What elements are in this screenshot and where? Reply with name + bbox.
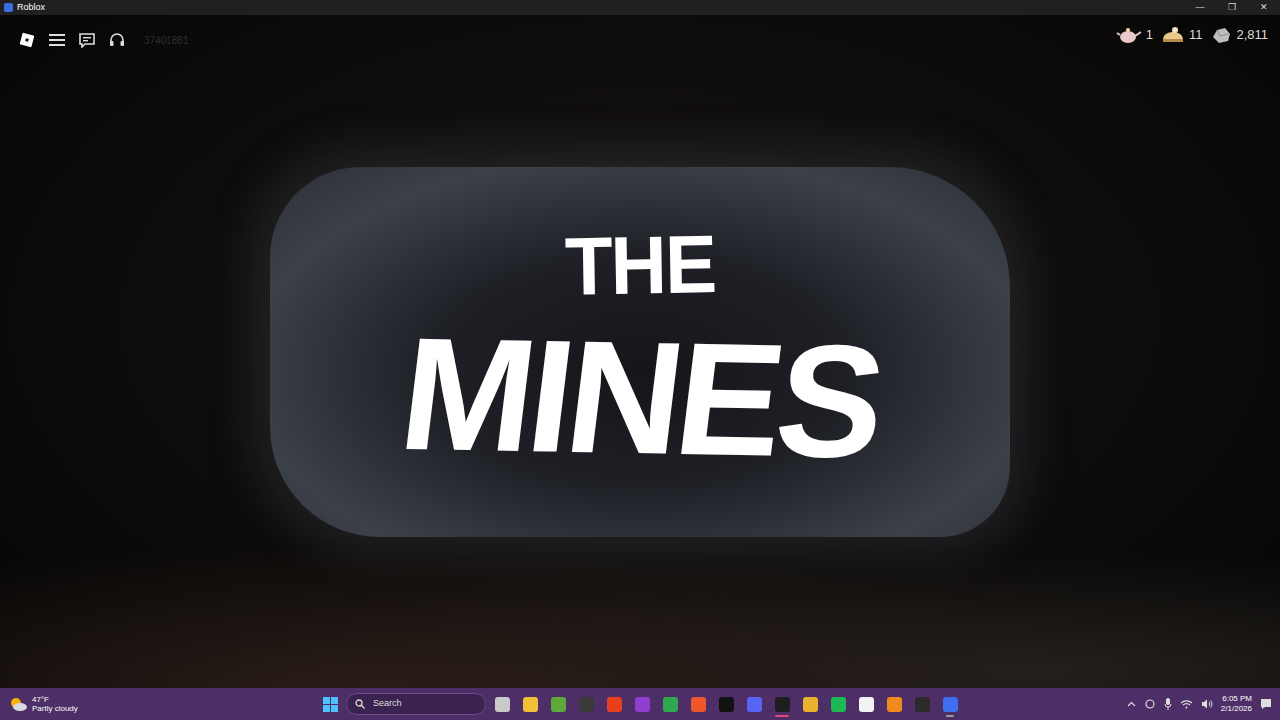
app-icon xyxy=(719,697,734,712)
chat-button[interactable] xyxy=(74,27,100,53)
app-icon xyxy=(943,697,958,712)
taskbar-app[interactable] xyxy=(574,690,598,718)
voice-button[interactable] xyxy=(104,27,130,53)
app-icon xyxy=(887,697,902,712)
teapot-icon xyxy=(1116,25,1142,45)
chat-icon xyxy=(79,33,95,48)
weather-icon xyxy=(8,696,28,712)
taskbar-app[interactable] xyxy=(938,690,962,718)
taskbar: 47°F Partly cloudy Search 6:05 PM 2/1/20… xyxy=(0,688,1280,720)
taskbar-app[interactable] xyxy=(798,690,822,718)
volume-icon[interactable] xyxy=(1201,699,1213,709)
taskbar-app[interactable] xyxy=(742,690,766,718)
cave-floor xyxy=(0,518,1280,688)
window-controls: —❐✕ xyxy=(1184,0,1280,15)
clock[interactable]: 6:05 PM 2/1/2026 xyxy=(1221,694,1252,713)
roblox-icon xyxy=(4,3,13,12)
app-icon xyxy=(523,697,538,712)
running-indicator xyxy=(946,715,954,717)
clock-date: 2/1/2026 xyxy=(1221,704,1252,714)
microphone-icon[interactable] xyxy=(1164,698,1172,710)
currency: 1 xyxy=(1116,25,1153,45)
weather-widget[interactable]: 47°F Partly cloudy xyxy=(8,695,318,713)
logo-line: MINES xyxy=(392,313,887,481)
title-bar: Roblox —❐✕ xyxy=(0,0,1280,15)
chevron-up-icon[interactable] xyxy=(1127,701,1136,707)
clock-time: 6:05 PM xyxy=(1221,694,1252,704)
hamburger-button[interactable] xyxy=(44,27,70,53)
windows-icon xyxy=(323,697,338,712)
restore-button[interactable]: ❐ xyxy=(1216,0,1248,15)
taskbar-app[interactable] xyxy=(546,690,570,718)
app-icon xyxy=(803,697,818,712)
search-box[interactable]: Search xyxy=(346,693,486,715)
taskbar-app[interactable] xyxy=(630,690,654,718)
roblox-window: Roblox —❐✕ 37401881 1112,811 THE MINES xyxy=(0,0,1280,720)
currency: 2,811 xyxy=(1210,25,1268,45)
sync-icon[interactable] xyxy=(1144,698,1156,710)
currency-amount: 11 xyxy=(1189,25,1203,45)
window-title: Roblox xyxy=(17,0,45,15)
headset-icon xyxy=(109,32,125,48)
taskbar-app[interactable] xyxy=(826,690,850,718)
stone-icon xyxy=(1210,25,1232,45)
taskbar-app[interactable] xyxy=(882,690,906,718)
taskbar-app[interactable] xyxy=(686,690,710,718)
taskbar-app[interactable] xyxy=(714,690,738,718)
weather-condition: Partly cloudy xyxy=(32,704,78,713)
app-icon xyxy=(915,697,930,712)
currency-amount: 2,811 xyxy=(1236,25,1268,45)
app-icon xyxy=(691,697,706,712)
taskbar-app[interactable] xyxy=(518,690,542,718)
taskbar-app[interactable] xyxy=(910,690,934,718)
app-icon xyxy=(859,697,874,712)
wifi-icon[interactable] xyxy=(1180,699,1193,709)
currency-amount: 1 xyxy=(1146,25,1153,45)
app-icon xyxy=(747,697,762,712)
roblox-menu-button[interactable] xyxy=(14,27,40,53)
game-logo: THE MINES xyxy=(270,167,1010,537)
server-id: 37401881 xyxy=(144,33,189,48)
pie-icon xyxy=(1161,25,1185,45)
close-button[interactable]: ✕ xyxy=(1248,0,1280,15)
app-icon xyxy=(495,697,510,712)
taskbar-app[interactable] xyxy=(602,690,626,718)
taskbar-app[interactable] xyxy=(770,690,794,718)
search-icon xyxy=(355,699,365,709)
running-indicator xyxy=(775,715,789,717)
system-tray: 6:05 PM 2/1/2026 xyxy=(962,694,1272,713)
app-icon xyxy=(607,697,622,712)
taskbar-app[interactable] xyxy=(490,690,514,718)
notification-icon[interactable] xyxy=(1260,698,1272,710)
roblox-logo-icon xyxy=(19,32,35,48)
taskbar-app[interactable] xyxy=(658,690,682,718)
start-button[interactable] xyxy=(318,690,342,718)
currency-bar: 1112,811 xyxy=(1116,25,1268,45)
app-icon xyxy=(831,697,846,712)
currency: 11 xyxy=(1161,25,1203,45)
taskbar-apps: Search xyxy=(318,690,962,718)
taskbar-app[interactable] xyxy=(854,690,878,718)
app-icon xyxy=(775,697,790,712)
app-icon xyxy=(579,697,594,712)
weather-temp: 47°F xyxy=(32,695,78,704)
app-icon xyxy=(663,697,678,712)
app-icon xyxy=(551,697,566,712)
logo-line: THE xyxy=(564,222,715,307)
roblox-topbar: 37401881 xyxy=(14,27,189,53)
minimize-button[interactable]: — xyxy=(1184,0,1216,15)
hamburger-icon xyxy=(49,33,65,47)
search-placeholder: Search xyxy=(373,697,402,711)
game-view[interactable]: 37401881 1112,811 THE MINES xyxy=(0,15,1280,688)
app-icon xyxy=(635,697,650,712)
